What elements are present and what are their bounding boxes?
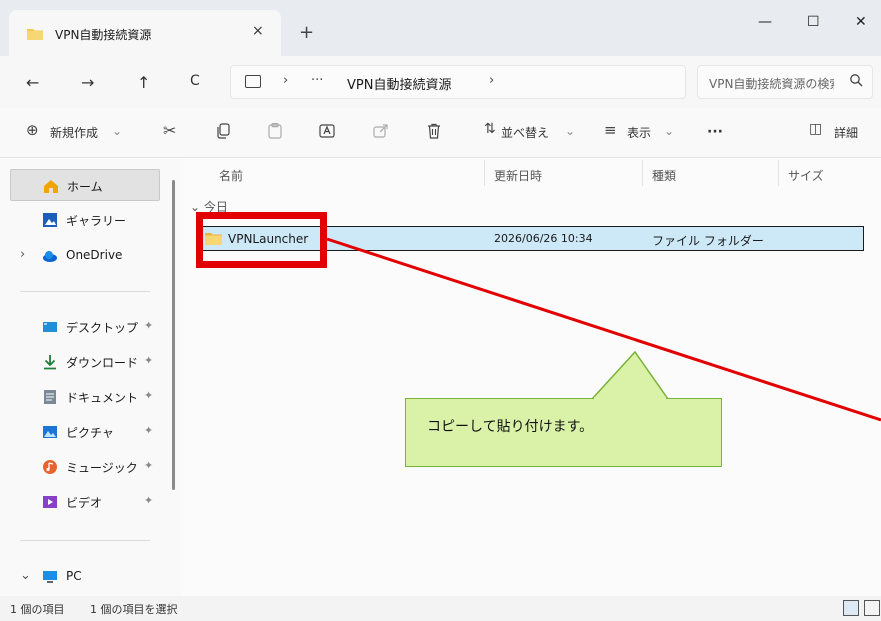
selection-count: 1 個の項目を選択 bbox=[90, 603, 178, 616]
callout-text: コピーして貼り付けます。 bbox=[427, 419, 594, 435]
tiles-view-button[interactable] bbox=[864, 600, 880, 616]
item-count: 1 個の項目 bbox=[10, 603, 65, 616]
status-bar: 1 個の項目 1 個の項目を選択 bbox=[0, 596, 881, 621]
annotation-arrow bbox=[326, 237, 881, 422]
details-view-button[interactable] bbox=[843, 600, 859, 616]
callout-joint bbox=[594, 397, 666, 401]
annotation-callout: コピーして貼り付けます。 bbox=[405, 398, 722, 467]
